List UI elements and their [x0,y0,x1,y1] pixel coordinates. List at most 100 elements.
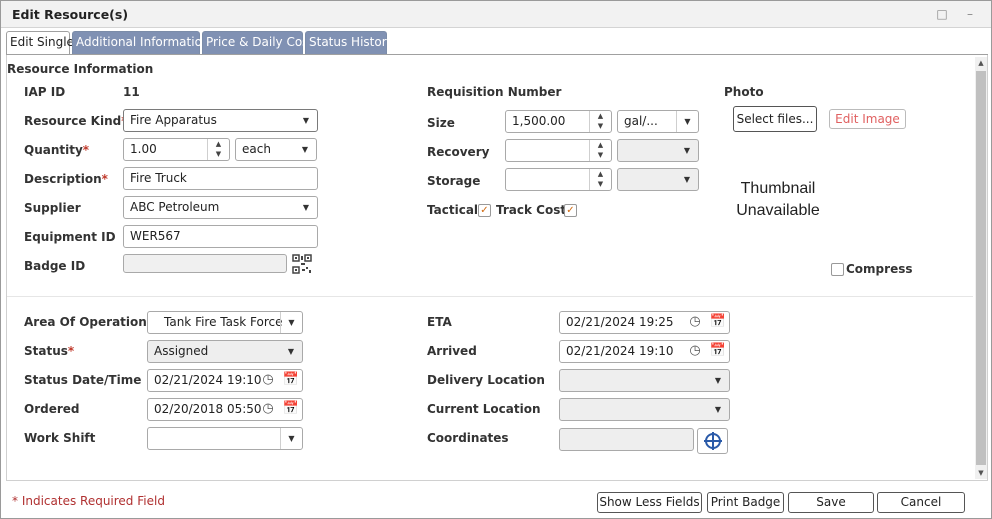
chevron-down-icon[interactable]: ▼ [280,312,302,333]
track-cost-checkbox[interactable]: ✓ [564,204,577,217]
badge-id-label: Badge ID [24,259,86,273]
chevron-down-icon[interactable]: ▼ [676,111,698,132]
chevron-down-icon[interactable]: ▼ [294,139,316,160]
required-field-note: * Indicates Required Field [12,494,165,508]
recovery-unit-select[interactable]: ▼ [617,139,699,162]
quantity-unit-value: each [242,142,271,156]
resource-kind-select[interactable]: Fire Apparatus ▼ [123,109,318,132]
track-cost-label: Track Cost [496,203,567,217]
iap-id-value: 11 [123,85,140,99]
ordered-label: Ordered [24,402,80,416]
edit-image-button[interactable]: Edit Image [829,109,906,129]
storage-unit-select[interactable]: ▼ [617,168,699,191]
size-stepper[interactable]: 1,500.00 ▲ ▼ [505,110,612,133]
thumbnail-line-1: Thumbnail [740,180,816,197]
qr-code-icon[interactable] [292,254,312,274]
tab-status-history[interactable]: Status History [305,31,394,54]
arrived-label: Arrived [427,344,477,358]
area-of-operation-label-text: Area Of Operation [24,315,147,329]
crosshair-icon[interactable] [703,431,723,451]
description-label-text: Description [24,172,102,186]
resource-kind-label: Resource Kind* [24,114,127,128]
chevron-down-icon[interactable]: ▼ [280,341,302,362]
scrollbar-thumb[interactable] [976,71,986,465]
scroll-up-icon[interactable]: ▲ [975,57,987,69]
coordinates-field [559,428,694,451]
current-location-label: Current Location [427,402,541,416]
vertical-scrollbar[interactable]: ▲ ▼ [975,57,987,479]
print-badge-button[interactable]: Print Badge [707,492,784,513]
current-location-select[interactable]: ▼ [559,398,730,421]
compress-checkbox[interactable] [831,263,844,276]
tab-edit-single[interactable]: Edit Single [6,31,74,55]
spinner-arrows-icon[interactable]: ▲ ▼ [589,111,611,132]
tactical-checkbox[interactable]: ✓ [478,204,491,217]
supplier-select[interactable]: ABC Petroleum ▼ [123,196,318,219]
tab-price-daily-cost[interactable]: Price & Daily Cost [202,31,313,54]
spinner-arrows-icon[interactable]: ▲ ▼ [589,169,611,190]
supplier-value: ABC Petroleum [130,200,220,214]
supplier-label: Supplier [24,201,81,215]
minimize-icon[interactable]: – [961,5,979,23]
size-unit-value: gal/... [624,114,658,128]
tab-additional-information[interactable]: Additional Information [72,31,210,54]
quantity-unit-select[interactable]: each ▼ [235,138,317,161]
calendar-icon[interactable]: 📅 [707,311,729,334]
equipment-id-field[interactable]: WER567 [123,225,318,248]
quantity-stepper[interactable]: 1.00 ▲ ▼ [123,138,230,161]
area-of-operation-label: Area Of Operation* [24,315,153,329]
chevron-down-icon[interactable]: ▼ [707,370,729,391]
requisition-number-label: Requisition Number [427,85,562,99]
chevron-down-icon[interactable]: ▼ [295,197,317,218]
recovery-stepper[interactable]: ▲ ▼ [505,139,612,162]
size-label: Size [427,116,455,130]
size-value: 1,500.00 [512,114,566,128]
chevron-down-icon[interactable]: ▼ [707,399,729,420]
cancel-button[interactable]: Cancel [877,492,965,513]
status-label: Status* [24,344,74,358]
clock-icon[interactable]: ◷ [684,340,706,363]
storage-stepper[interactable]: ▲ ▼ [505,168,612,191]
scroll-down-icon[interactable]: ▼ [975,467,987,479]
clock-icon[interactable]: ◷ [684,311,706,334]
description-label: Description* [24,172,108,186]
delivery-location-select[interactable]: ▼ [559,369,730,392]
clock-icon[interactable]: ◷ [257,398,279,421]
clock-icon[interactable]: ◷ [257,369,279,392]
status-datetime-label: Status Date/Time [24,373,142,387]
edit-resource-dialog: Edit Resource(s) □ – Edit Single Additio… [0,0,992,519]
chevron-down-icon[interactable]: ▼ [280,428,302,449]
eta-label: ETA [427,315,452,329]
status-select[interactable]: Assigned ▼ [147,340,303,363]
select-files-button[interactable]: Select files... [733,106,817,132]
section-divider [7,296,973,297]
area-of-operation-select[interactable]: Tank Fire Task Force ▼ [147,311,303,334]
recovery-label: Recovery [427,145,490,159]
calendar-icon[interactable]: 📅 [280,369,302,392]
eta-value: 02/21/2024 19:25 [566,315,674,329]
size-unit-select[interactable]: gal/... ▼ [617,110,699,133]
chevron-down-icon[interactable]: ▼ [676,169,698,190]
calendar-icon[interactable]: 📅 [707,340,729,363]
spinner-arrows-icon[interactable]: ▲ ▼ [207,139,229,160]
coordinates-label: Coordinates [427,431,509,445]
description-field[interactable]: Fire Truck [123,167,318,190]
calendar-icon[interactable]: 📅 [280,398,302,421]
spinner-arrows-icon[interactable]: ▲ ▼ [589,140,611,161]
tactical-label: Tactical [427,203,479,217]
save-button[interactable]: Save [788,492,874,513]
chevron-down-icon[interactable]: ▼ [295,110,317,131]
coordinates-picker-button[interactable] [697,428,728,454]
restore-icon[interactable]: □ [933,5,951,23]
section-title: Resource Information [7,62,154,76]
thumbnail-placeholder: Thumbnail Unavailable [727,178,829,222]
status-value: Assigned [154,344,209,358]
chevron-down-icon[interactable]: ▼ [676,140,698,161]
description-value: Fire Truck [130,171,187,185]
equipment-id-label: Equipment ID [24,230,116,244]
work-shift-select[interactable]: ▼ [147,427,303,450]
resource-kind-value: Fire Apparatus [130,113,217,127]
required-marker: * [101,172,108,186]
dialog-title: Edit Resource(s) [12,7,129,22]
show-less-fields-button[interactable]: Show Less Fields [597,492,702,513]
